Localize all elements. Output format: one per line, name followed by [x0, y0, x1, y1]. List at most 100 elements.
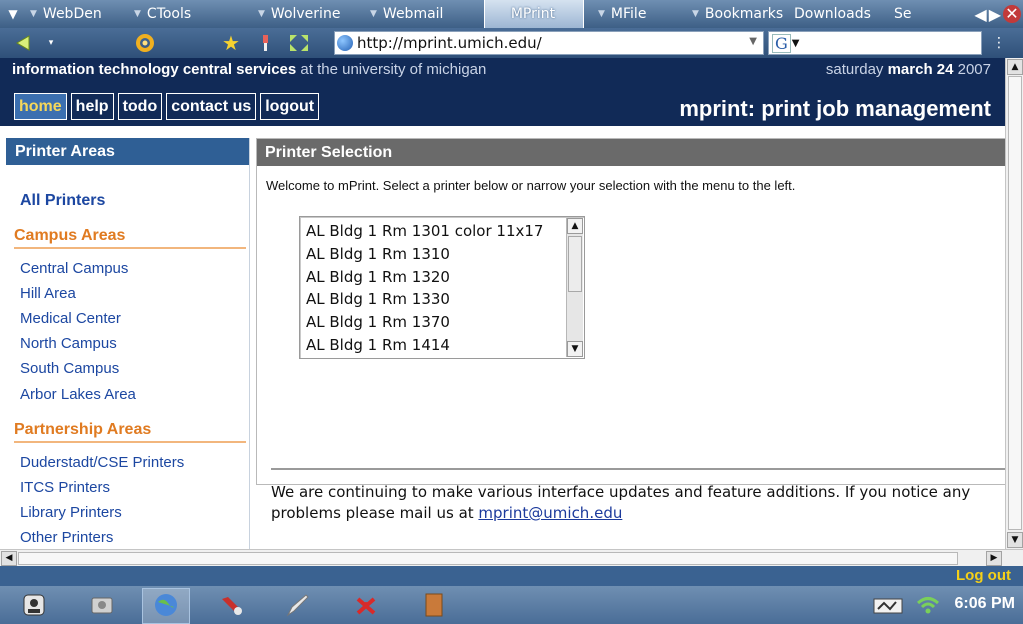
listbox-scroll-thumb[interactable]: [568, 236, 582, 292]
date-line: saturday march 24 2007: [825, 61, 991, 78]
system-clock: 6:06 PM: [954, 595, 1015, 612]
downloads-menu[interactable]: Downloads: [790, 0, 890, 28]
url-dropdown-icon[interactable]: ▼: [749, 36, 757, 47]
back-icon[interactable]: [14, 32, 36, 54]
reader-app-icon[interactable]: [420, 591, 448, 619]
all-printers-link[interactable]: All Printers: [20, 192, 105, 210]
menu-dropdown-icon[interactable]: ▼: [0, 7, 26, 21]
tab-ctools[interactable]: ▼ CTools: [130, 0, 236, 28]
tab-triangle-icon: ▼: [258, 9, 265, 19]
content-divider: [271, 468, 1005, 470]
nav-help-button[interactable]: help: [70, 93, 114, 120]
bookmarks-menu[interactable]: ▼ Bookmarks: [676, 0, 790, 28]
logout-link[interactable]: Log out: [956, 567, 1011, 584]
sidebar: Printer Areas All Printers Campus Areas …: [6, 138, 250, 549]
site-globe-icon: [337, 35, 353, 51]
taskbar: 6:06 PM: [0, 586, 1023, 624]
sidebar-link-central-campus[interactable]: Central Campus: [20, 260, 128, 277]
games-app-icon[interactable]: [352, 591, 380, 619]
sidebar-link-other[interactable]: Other Printers: [20, 529, 113, 546]
nav-todo-button[interactable]: todo: [117, 93, 163, 120]
partnership-areas-heading: Partnership Areas: [14, 421, 246, 443]
tab-scroll-controls: ◀ ▶ ✕: [974, 0, 1023, 28]
key-icon[interactable]: [258, 32, 272, 54]
tab-triangle-icon: ▼: [692, 9, 699, 19]
app-title: mprint: print job management: [679, 96, 991, 121]
bookmark-star-icon[interactable]: ★: [220, 31, 242, 55]
site-header: information technology central services …: [0, 58, 1005, 126]
scroll-down-icon[interactable]: ▼: [567, 341, 583, 357]
tab-wolverine[interactable]: ▼ Wolverine: [236, 0, 366, 28]
sidebar-link-itcs[interactable]: ITCS Printers: [20, 479, 110, 496]
listbox-scrollbar[interactable]: ▲ ▼: [566, 218, 583, 357]
search-input[interactable]: G ▼: [768, 31, 982, 55]
tab-mprint[interactable]: MPrint: [484, 0, 584, 28]
close-tab-icon[interactable]: ✕: [1003, 5, 1021, 23]
notice-text: We are continuing to make various interf…: [271, 483, 971, 522]
org-line: information technology central services …: [12, 61, 487, 78]
sidebar-link-south-campus[interactable]: South Campus: [20, 360, 119, 377]
tab-overflow[interactable]: Se: [890, 0, 924, 28]
sidebar-link-arbor-lakes[interactable]: Arbor Lakes Area: [20, 386, 136, 403]
history-dropdown-icon[interactable]: ▾: [46, 32, 56, 54]
printer-option[interactable]: AL Bldg 1 Rm 1301 color 11x17: [306, 222, 543, 240]
printer-option[interactable]: AL Bldg 1 Rm 1310: [306, 245, 450, 263]
status-strip: Log out: [0, 566, 1023, 586]
campus-areas-heading: Campus Areas: [14, 227, 246, 249]
fullscreen-icon[interactable]: [288, 32, 310, 54]
page-scroll-thumb[interactable]: [1008, 76, 1022, 530]
search-engine-dropdown-icon[interactable]: ▼: [792, 38, 800, 49]
printer-option[interactable]: AL Bldg 1 Rm 1330: [306, 290, 450, 308]
printer-option[interactable]: AL Bldg 1 Rm 1414: [306, 336, 450, 354]
printer-listbox[interactable]: AL Bldg 1 Rm 1301 color 11x17 AL Bldg 1 …: [299, 216, 585, 359]
sidebar-link-north-campus[interactable]: North Campus: [20, 335, 117, 352]
support-email-link[interactable]: mprint@umich.edu: [478, 504, 622, 522]
sidebar-link-library[interactable]: Library Printers: [20, 504, 122, 521]
wifi-status-icon: [916, 597, 940, 614]
tab-webmail[interactable]: ▼ Webmail: [366, 0, 484, 28]
camera-app-icon[interactable]: [88, 591, 116, 619]
tab-scroll-right-icon[interactable]: ▶: [989, 5, 1001, 24]
battery-status-icon: [873, 598, 903, 614]
printer-selection-panel: Printer Selection Welcome to mPrint. Sel…: [256, 138, 1005, 522]
browser-tab-bar: ▼ ▼ WebDen ▼ CTools ▼ Wolverine ▼ Webmail MP…: [0, 0, 1023, 28]
tab-triangle-icon: ▼: [30, 9, 37, 19]
tab-mfile[interactable]: ▼ MFile: [584, 0, 676, 28]
page-vertical-scrollbar[interactable]: ▲ ▼: [1005, 58, 1023, 549]
sidebar-link-medical-center[interactable]: Medical Center: [20, 310, 121, 327]
reload-icon[interactable]: [134, 32, 156, 54]
sidebar-link-duderstadt[interactable]: Duderstadt/CSE Printers: [20, 454, 184, 471]
tab-webden[interactable]: ▼ WebDen: [26, 0, 130, 28]
page-horizontal-scrollbar[interactable]: ◀ ▶: [0, 549, 1023, 566]
tab-scroll-left-icon[interactable]: ◀: [974, 5, 986, 24]
nav-logout-button[interactable]: logout: [260, 93, 320, 120]
panel-title: Printer Selection: [257, 139, 1005, 166]
top-nav: home help todo contact us logout: [14, 93, 320, 120]
web-page: information technology central services …: [0, 58, 1005, 549]
notes-app-icon[interactable]: [284, 591, 312, 619]
url-input[interactable]: http://mprint.umich.edu/ ▼: [334, 31, 764, 55]
sidebar-link-hill-area[interactable]: Hill Area: [20, 285, 76, 302]
page-scroll-down-icon[interactable]: ▼: [1007, 532, 1023, 548]
page-scroll-up-icon[interactable]: ▲: [1007, 59, 1023, 75]
welcome-text: Welcome to mPrint. Select a printer belo…: [266, 178, 796, 193]
nav-home-button[interactable]: home: [14, 93, 67, 120]
contacts-app-icon[interactable]: [20, 591, 48, 619]
page-scroll-right-icon[interactable]: ▶: [986, 551, 1002, 566]
menu-dots-icon[interactable]: ⋮: [992, 32, 1006, 54]
page-hscroll-thumb[interactable]: [18, 552, 958, 565]
sidebar-title: Printer Areas: [6, 138, 249, 165]
scroll-up-icon[interactable]: ▲: [567, 218, 583, 234]
page-scroll-left-icon[interactable]: ◀: [1, 551, 17, 566]
printer-option[interactable]: AL Bldg 1 Rm 1370: [306, 313, 450, 331]
web-browser-icon[interactable]: [152, 591, 180, 619]
tab-triangle-icon: ▼: [598, 9, 605, 19]
url-text: http://mprint.umich.edu/: [357, 34, 542, 52]
nav-contact-button[interactable]: contact us: [166, 93, 257, 120]
search-engine-icon[interactable]: G: [772, 33, 791, 53]
printer-option[interactable]: AL Bldg 1 Rm 1320: [306, 268, 450, 286]
browser-toolbar: ▾ ★ http://mprint.umich.edu/ ▼ G ▼ ⋮: [0, 28, 1023, 58]
media-app-icon[interactable]: [218, 591, 246, 619]
tab-triangle-icon: ▼: [134, 9, 141, 19]
tab-triangle-icon: ▼: [370, 9, 377, 19]
